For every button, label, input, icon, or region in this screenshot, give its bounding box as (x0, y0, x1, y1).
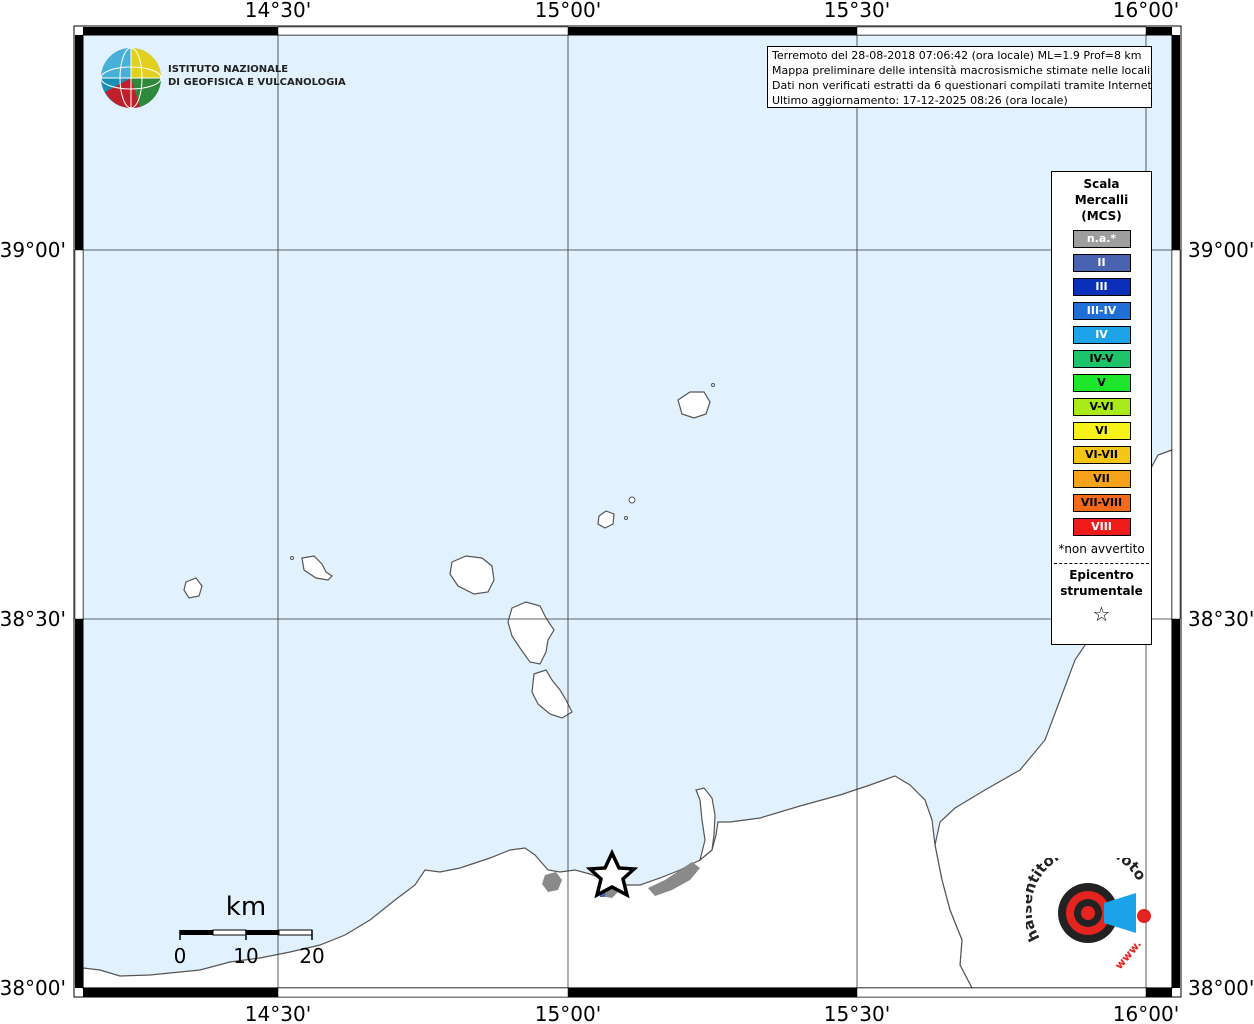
top-axis-label: 16°00' (1113, 0, 1179, 22)
legend-item: VI (1072, 422, 1131, 440)
event-info-line: Terremoto del 28-08-2018 07:06:42 (ora l… (772, 49, 1142, 62)
right-axis-labels: 39°00' 38°30' 38°00' (1188, 238, 1254, 1000)
legend-item: III-IV (1072, 302, 1131, 320)
haisentito-logo: haisentitoilterremoto.it www. (1026, 858, 1151, 972)
right-axis-label: 38°30' (1188, 607, 1254, 631)
event-info-line: Mappa preliminare delle intensità macros… (772, 64, 1152, 77)
legend-separator (1054, 563, 1149, 564)
event-info-box: Terremoto del 28-08-2018 07:06:42 (ora l… (767, 46, 1152, 108)
right-axis-label: 39°00' (1188, 238, 1254, 262)
legend-item: IV-V (1072, 350, 1131, 368)
legend-item: VI-VII (1072, 446, 1131, 464)
bottom-axis-labels: 14°30' 15°00' 15°30' 16°00' (245, 1002, 1179, 1024)
left-axis-label: 38°30' (0, 607, 66, 631)
islet-filicudi (290, 556, 294, 560)
bottom-axis-label: 16°00' (1113, 1002, 1179, 1024)
bottom-axis-label: 15°30' (824, 1002, 890, 1024)
top-axis-label: 15°30' (824, 0, 890, 22)
ingv-logo-line: ISTITUTO NAZIONALE (168, 64, 289, 75)
islet-dattilo (624, 516, 628, 520)
legend-item: IV (1072, 326, 1131, 344)
legend-items: n.a.* II III III-IV IV IV-V V V-VI VI VI-VII VII VI… (1052, 230, 1151, 536)
top-axis-labels: 14°30' 15°00' 15°30' 16°00' (245, 0, 1179, 22)
legend-item: V-VI (1072, 398, 1131, 416)
legend-note: *non avvertito (1058, 542, 1145, 556)
scale-bar-label: 0 (174, 944, 187, 968)
legend-item: VII-VIII (1072, 494, 1131, 512)
scale-bar-unit: km (226, 892, 266, 922)
legend-epicenter-line: Epicentro (1069, 568, 1134, 582)
event-info-line: Dati non verificati estratti da 6 questi… (772, 79, 1152, 92)
legend-star-icon: ☆ (1092, 602, 1111, 626)
right-axis-label: 38°00' (1188, 976, 1254, 1000)
legend-item: V (1072, 374, 1131, 392)
hst-logo-prefix: www. (1112, 938, 1144, 972)
legend-title-line: Mercalli (1074, 193, 1129, 207)
bottom-axis-label: 14°30' (245, 1002, 311, 1024)
legend-title: Scala Mercalli (MCS) (1052, 176, 1151, 224)
legend-item: II (1072, 254, 1131, 272)
legend-title-line: (MCS) (1081, 209, 1122, 223)
scale-bar-label: 20 (299, 944, 324, 968)
hst-logo-badge-icon (1137, 909, 1151, 923)
legend-item: VIII (1072, 518, 1131, 536)
legend-epicenter-label: Epicentro strumentale (1052, 567, 1151, 599)
legend-item: n.a.* (1072, 230, 1131, 248)
legend-item: VII (1072, 470, 1131, 488)
event-info-line: Ultimo aggiornamento: 17-12-2025 08:26 (… (772, 94, 1068, 107)
legend-epicenter-line: strumentale (1060, 584, 1143, 598)
ingv-logo-icon (100, 47, 162, 109)
islet-strombolicchio (711, 383, 715, 387)
mcs-legend: Scala Mercalli (MCS) n.a.* II III III-IV IV I… (1051, 171, 1152, 645)
bottom-axis-label: 15°00' (535, 1002, 601, 1024)
islet-basiluzzo (628, 496, 636, 504)
top-axis-label: 15°00' (535, 0, 601, 22)
left-axis-label: 39°00' (0, 238, 66, 262)
left-axis-label: 38°00' (0, 976, 66, 1000)
scale-bar-label: 10 (233, 944, 258, 968)
left-axis-labels: 39°00' 38°30' 38°00' (0, 238, 66, 1000)
ingv-logo-text: ISTITUTO NAZIONALE DI GEOFISICA E VULCAN… (168, 63, 346, 89)
ingv-logo-line: DI GEOFISICA E VULCANOLOGIA (168, 77, 346, 88)
legend-item: III (1072, 278, 1131, 296)
hst-logo-dot (1081, 906, 1095, 920)
legend-title-line: Scala (1083, 177, 1120, 191)
top-axis-label: 14°30' (245, 0, 311, 22)
